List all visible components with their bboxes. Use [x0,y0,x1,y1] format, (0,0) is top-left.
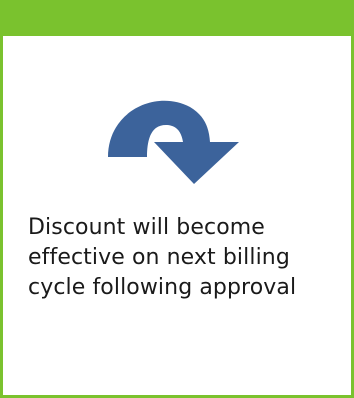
discount-message: Discount will become effective on next b… [28,215,297,300]
discount-info-card: Discount will become effective on next b… [0,0,354,398]
card-header-bar [0,0,354,36]
curved-turn-arrow-icon [96,85,246,185]
